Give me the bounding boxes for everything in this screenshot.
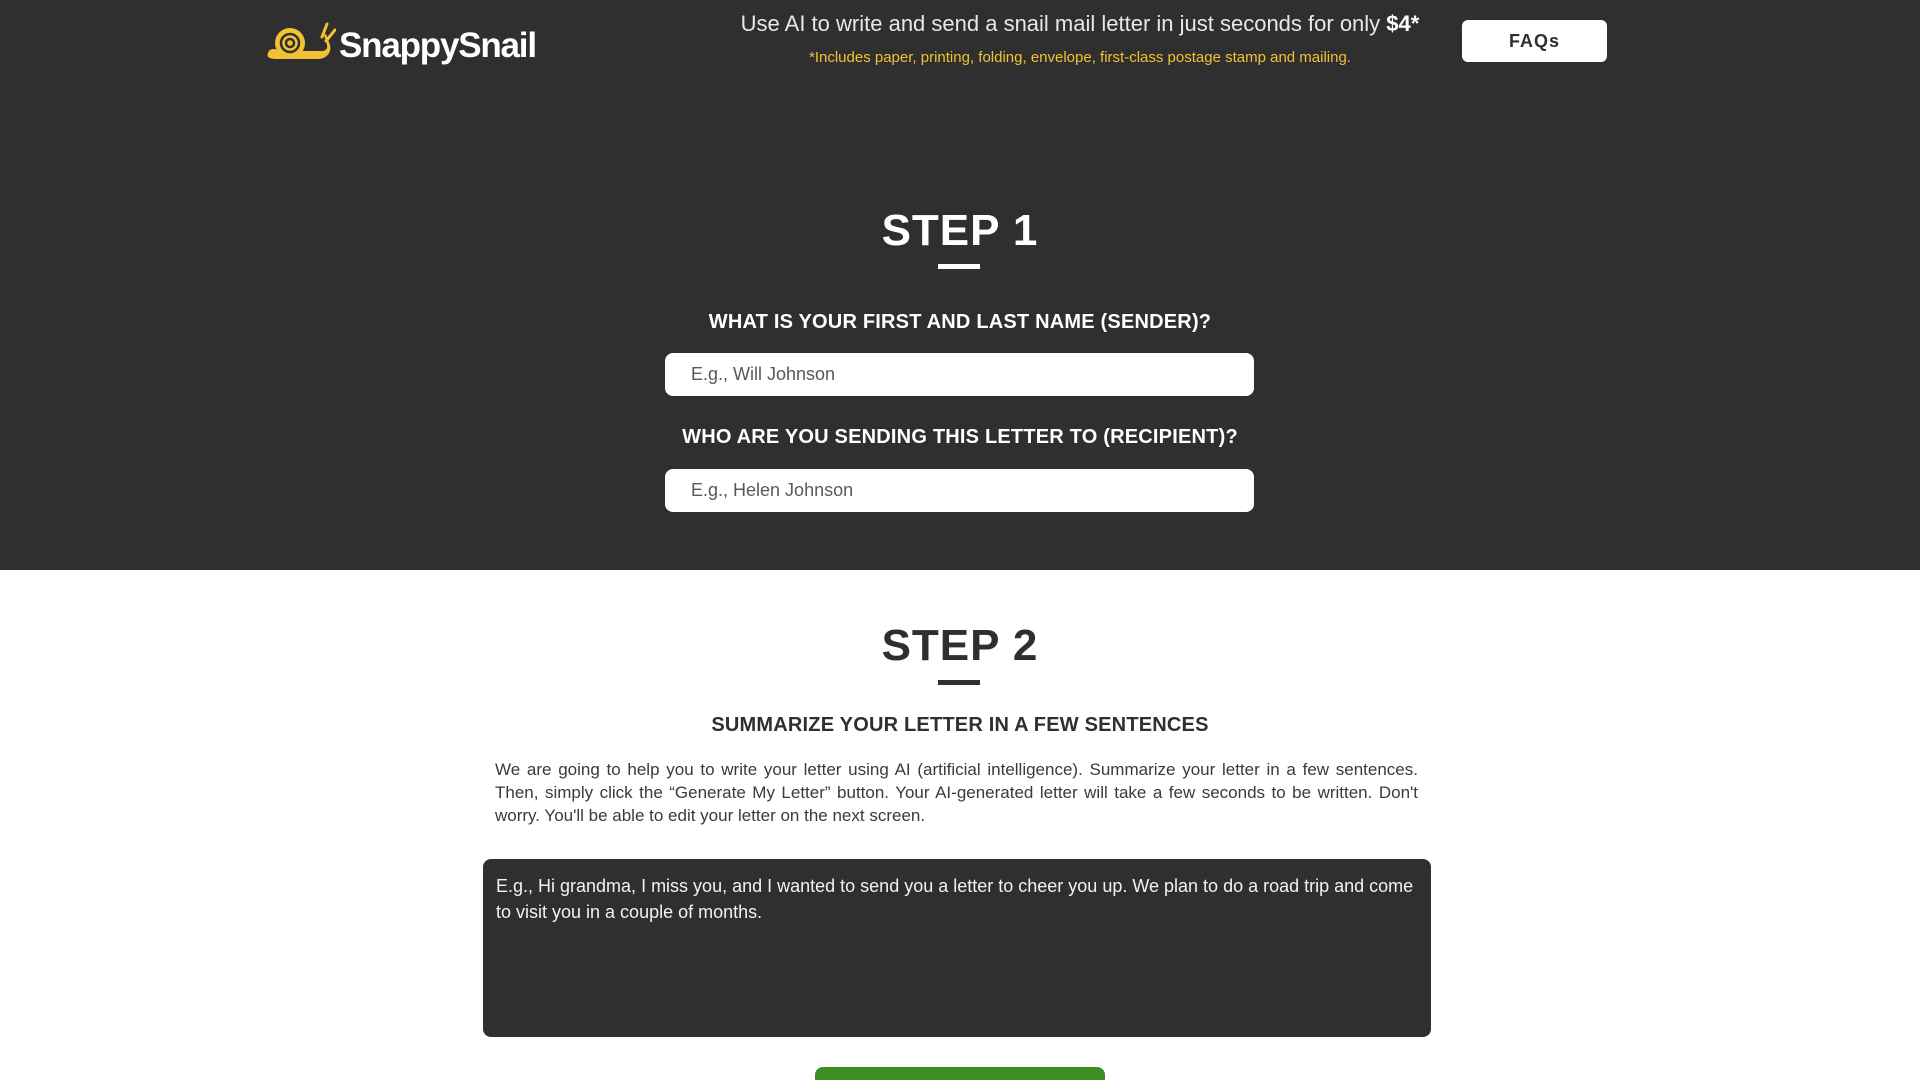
pricing-note: *Includes paper, printing, folding, enve… <box>809 49 1351 66</box>
recipient-label: WHO ARE YOU SENDING THIS LETTER TO (RECI… <box>682 426 1238 448</box>
headline-price: $4* <box>1386 11 1420 36</box>
summary-description: We are going to help you to write your l… <box>495 760 1418 825</box>
sender-label: WHAT IS YOUR FIRST AND LAST NAME (SENDER… <box>708 311 1212 333</box>
recipient-name-input[interactable] <box>665 469 1254 512</box>
snail-icon <box>267 22 336 59</box>
logo[interactable]: SnappySnail <box>264 18 537 68</box>
step2-title: STEP 2 <box>881 621 1039 670</box>
headline-text: Use AI to write and send a snail mail le… <box>740 11 1387 36</box>
brand-name: SnappySnail <box>339 26 537 65</box>
letter-summary-textarea[interactable] <box>483 859 1431 1037</box>
generate-letter-button[interactable] <box>815 1067 1105 1080</box>
faqs-button[interactable]: FAQs <box>1462 20 1607 62</box>
sender-name-input[interactable] <box>665 353 1254 396</box>
step2-underline <box>938 680 980 685</box>
summary-heading: SUMMARIZE YOUR LETTER IN A FEW SENTENCES <box>711 714 1209 736</box>
headline: Use AI to write and send a snail mail le… <box>560 11 1600 37</box>
step1-underline <box>938 264 980 269</box>
step1-title: STEP 1 <box>881 206 1039 255</box>
